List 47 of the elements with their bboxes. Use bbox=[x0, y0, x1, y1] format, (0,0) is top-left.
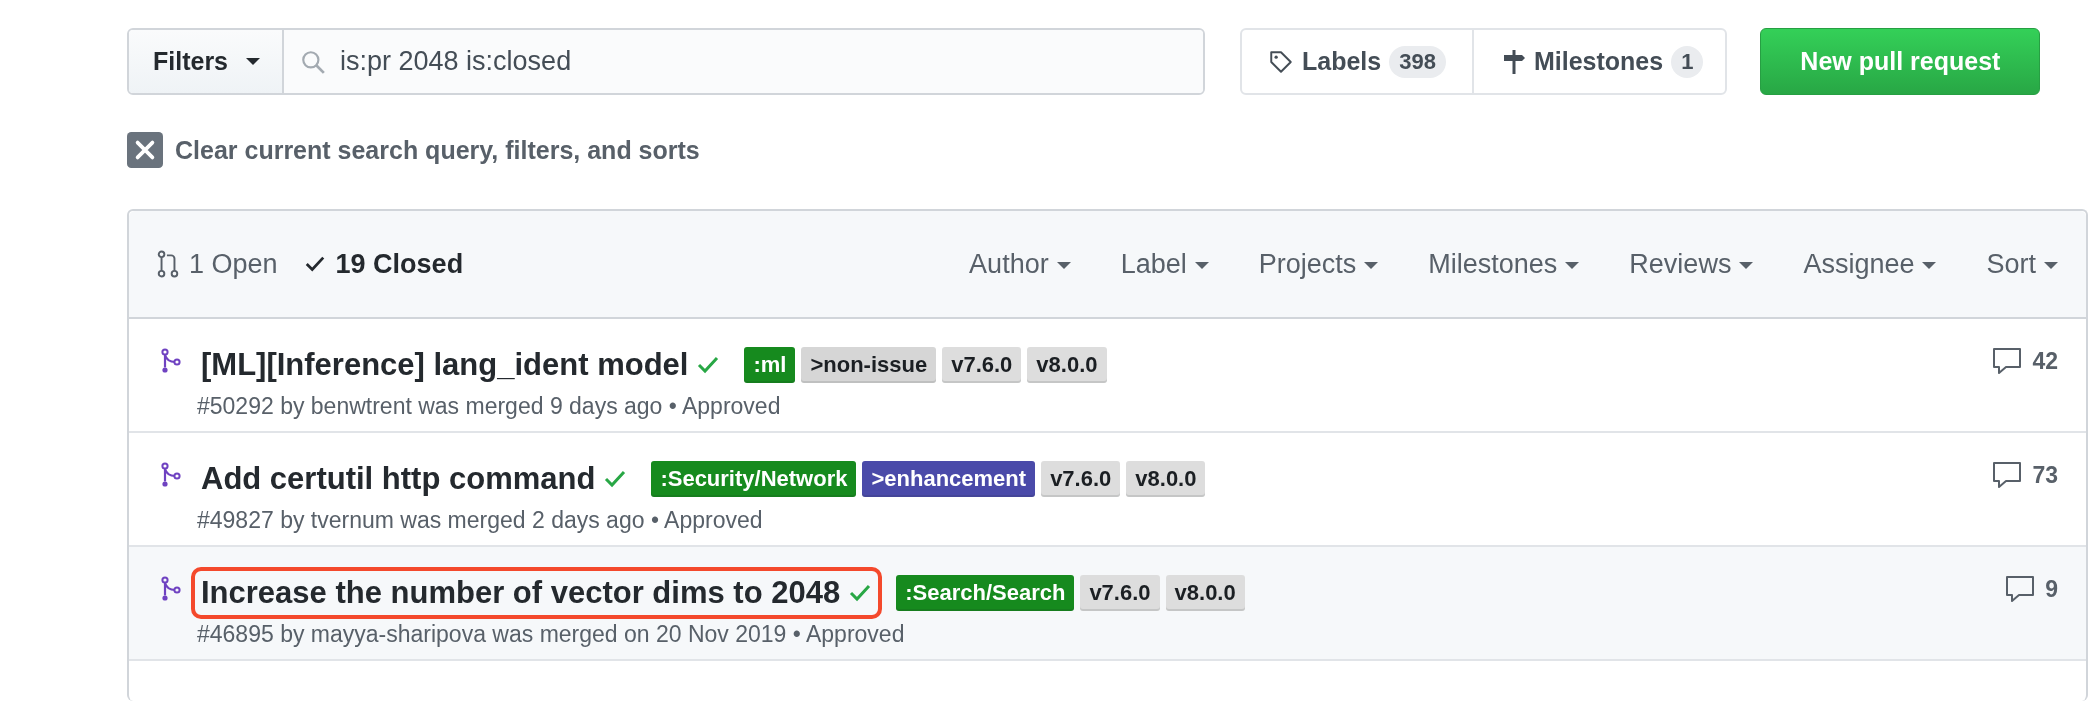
label-tag[interactable]: v7.6.0 bbox=[1080, 575, 1160, 611]
pull-request-title[interactable]: Add certutil http command bbox=[201, 461, 596, 497]
merged-icon bbox=[161, 575, 181, 603]
milestones-tab[interactable]: Milestones 1 bbox=[1471, 30, 1726, 93]
comment-count[interactable]: 9 bbox=[2005, 575, 2058, 603]
pull-request-meta: #46895 by mayya-sharipova was merged on 20 Nov 2019 • Approved bbox=[197, 621, 906, 648]
label-tag[interactable]: v8.0.0 bbox=[1126, 461, 1206, 497]
state-tab[interactable]: 1 Open bbox=[157, 248, 278, 280]
labels-tab[interactable]: Labels 398 bbox=[1242, 30, 1472, 93]
label-tag[interactable]: v7.6.0 bbox=[1041, 461, 1121, 497]
merged-icon bbox=[161, 461, 181, 489]
comment-icon bbox=[2005, 575, 2036, 603]
pull-request-title[interactable]: [ML][Inference] lang_ident model bbox=[201, 347, 689, 383]
pull-request-meta: #49827 by tvernum was merged 2 days ago • Approved bbox=[197, 507, 764, 534]
label-tag[interactable]: v8.0.0 bbox=[1165, 575, 1245, 611]
comment-icon bbox=[1992, 461, 2023, 489]
merged-icon bbox=[161, 347, 181, 375]
label-tag[interactable]: >non-issue bbox=[801, 347, 937, 383]
clear-filters-link[interactable]: Clear current search query, filters, and sorts bbox=[175, 135, 700, 165]
filter-menu[interactable]: Sort bbox=[1986, 248, 2058, 280]
comment-count[interactable]: 42 bbox=[1992, 347, 2058, 375]
label-tag[interactable]: :Security/Network bbox=[651, 461, 857, 497]
pull-request-meta: #50292 by benwtrent was merged 9 days ago • Approved bbox=[197, 393, 782, 420]
label-tag[interactable]: >enhancement bbox=[862, 461, 1036, 497]
caret-icon bbox=[246, 58, 261, 65]
label-tag[interactable]: :Search/Search bbox=[896, 575, 1075, 611]
close-icon bbox=[127, 132, 163, 168]
pull-request-icon bbox=[157, 250, 179, 278]
filter-menu[interactable]: Author bbox=[969, 248, 1071, 280]
label-tag[interactable]: v8.0.0 bbox=[1027, 347, 1107, 383]
filters-button[interactable]: Filters bbox=[129, 30, 285, 93]
tag-icon bbox=[1268, 48, 1294, 75]
filter-menu[interactable]: Milestones bbox=[1428, 248, 1580, 280]
comment-icon bbox=[1992, 347, 2023, 375]
label-tag[interactable]: v7.6.0 bbox=[942, 347, 1022, 383]
filter-menu[interactable]: Reviews bbox=[1629, 248, 1754, 280]
label-count: 398 bbox=[1389, 45, 1446, 78]
comment-count[interactable]: 73 bbox=[1992, 461, 2058, 489]
filter-menu[interactable]: Projects bbox=[1258, 248, 1379, 280]
search-icon bbox=[300, 49, 327, 75]
filter-menu[interactable]: Assignee bbox=[1803, 248, 1937, 280]
search-field[interactable]: is:pr 2048 is:closed bbox=[284, 30, 1203, 93]
state-tab[interactable]: 19 Closed bbox=[303, 248, 464, 280]
filter-menu[interactable]: Label bbox=[1120, 248, 1209, 280]
label-tag[interactable]: :ml bbox=[744, 347, 796, 383]
signpost-icon bbox=[1501, 47, 1526, 76]
milestone-count: 1 bbox=[1671, 45, 1704, 78]
